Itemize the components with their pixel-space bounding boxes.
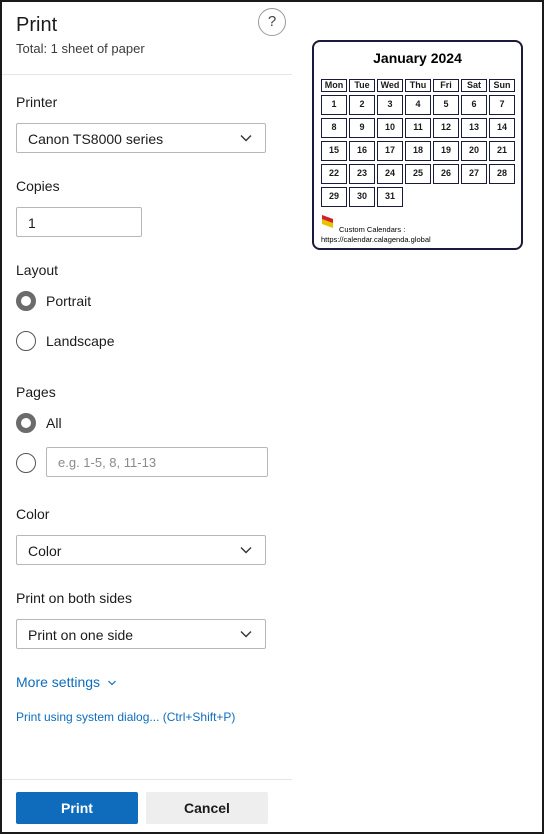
chevron-down-icon — [240, 631, 252, 638]
copies-value: 1 — [28, 215, 36, 231]
pages-custom-placeholder: e.g. 1-5, 8, 11-13 — [58, 455, 157, 470]
calendar-day: 17 — [377, 141, 403, 161]
calendar-day: 20 — [461, 141, 487, 161]
copies-label: Copies — [16, 178, 60, 194]
copies-input[interactable]: 1 — [16, 207, 142, 237]
brand-url: https://calendar.calagenda.global — [321, 235, 431, 244]
calendar-day: 13 — [461, 118, 487, 138]
calendar-day: 14 — [489, 118, 515, 138]
cancel-button[interactable]: Cancel — [146, 792, 268, 824]
pages-label: Pages — [16, 384, 56, 400]
color-select[interactable]: Color — [16, 535, 266, 565]
pages-all-label[interactable]: All — [46, 415, 62, 431]
calendar-day: 19 — [433, 141, 459, 161]
chevron-down-icon — [240, 135, 252, 142]
duplex-label: Print on both sides — [16, 590, 132, 606]
landscape-radio[interactable] — [16, 331, 36, 351]
sheet-count: Total: 1 sheet of paper — [16, 41, 145, 56]
calendar-dow-sun: Sun — [489, 79, 515, 92]
calendar-dow-tue: Tue — [349, 79, 375, 92]
print-button[interactable]: Print — [16, 792, 138, 824]
footer-divider — [2, 779, 292, 780]
layout-label: Layout — [16, 262, 59, 278]
help-icon: ? — [267, 13, 277, 30]
calendar-day: 10 — [377, 118, 403, 138]
calendar-day: 1 — [321, 95, 347, 115]
calendar-dow-wed: Wed — [377, 79, 403, 92]
calendar-day: 22 — [321, 164, 347, 184]
calendar-dow-mon: Mon — [321, 79, 347, 92]
calendar-dow-thu: Thu — [405, 79, 431, 92]
calendar-day: 24 — [377, 164, 403, 184]
calendar-day: 25 — [405, 164, 431, 184]
calendar-day: 18 — [405, 141, 431, 161]
calendar-title: January 2024 — [373, 50, 462, 66]
landscape-label[interactable]: Landscape — [46, 333, 115, 349]
chevron-down-icon — [240, 547, 252, 554]
pages-custom-radio[interactable] — [16, 453, 36, 473]
calendar-day: 3 — [377, 95, 403, 115]
duplex-select[interactable]: Print on one side — [16, 619, 266, 649]
color-label: Color — [16, 506, 50, 522]
calendar-day: 31 — [377, 187, 403, 207]
calendar-day: 23 — [349, 164, 375, 184]
pages-custom-input[interactable]: e.g. 1-5, 8, 11-13 — [46, 447, 268, 477]
more-settings-label: More settings — [16, 674, 101, 690]
calendar-day: 12 — [433, 118, 459, 138]
color-value: Color — [28, 543, 62, 559]
more-settings-link[interactable]: More settings — [16, 674, 117, 690]
calendar-dow-fri: Fri — [433, 79, 459, 92]
calendar-day: 26 — [433, 164, 459, 184]
duplex-value: Print on one side — [28, 627, 134, 643]
brand-name: Custom Calendars : — [339, 225, 406, 234]
portrait-label[interactable]: Portrait — [46, 293, 91, 309]
calendar-day: 28 — [489, 164, 515, 184]
pages-all-radio[interactable] — [16, 413, 36, 433]
calendar-day: 6 — [461, 95, 487, 115]
printer-label: Printer — [16, 94, 58, 110]
calendar-day: 30 — [349, 187, 375, 207]
calendar-day: 2 — [349, 95, 375, 115]
system-dialog-link[interactable]: Print using system dialog... (Ctrl+Shift… — [16, 710, 235, 724]
printer-value: Canon TS8000 series — [28, 131, 164, 147]
calendar-day: 16 — [349, 141, 375, 161]
chevron-down-icon — [108, 680, 116, 686]
printer-select[interactable]: Canon TS8000 series — [16, 123, 266, 153]
dialog-title: Print — [16, 14, 58, 36]
header-divider — [2, 74, 292, 75]
calendar-day: 27 — [461, 164, 487, 184]
print-preview-page: January 2024 Mon Tue Wed Thu Fri Sat Sun 1 2 3 4 5 6… — [312, 40, 523, 250]
calendar-day: 15 — [321, 141, 347, 161]
calendar-day: 7 — [489, 95, 515, 115]
calendar-day: 29 — [321, 187, 347, 207]
calendar-dow-sat: Sat — [461, 79, 487, 92]
calendar-day: 5 — [433, 95, 459, 115]
calendar-day: 8 — [321, 118, 347, 138]
calendar-day: 21 — [489, 141, 515, 161]
calendar-day: 11 — [405, 118, 431, 138]
help-button[interactable]: ? — [258, 8, 286, 36]
portrait-radio[interactable] — [16, 291, 36, 311]
calendar-day: 9 — [349, 118, 375, 138]
calendar-day: 4 — [405, 95, 431, 115]
calendar-logo-icon — [322, 215, 333, 228]
